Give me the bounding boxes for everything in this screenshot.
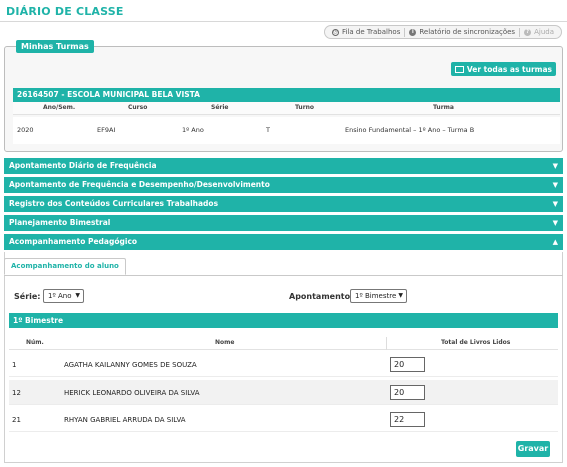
page-title: DIÁRIO DE CLASSE bbox=[6, 5, 124, 18]
top-toolbar: ◷ Fila de Trabalhos i Relatório de sincr… bbox=[323, 25, 562, 39]
apontamento-select-value: 1º Bimestre bbox=[355, 292, 397, 300]
accordion-label: Apontamento de Frequência e Desempenho/D… bbox=[9, 180, 270, 189]
livros-table-header: Núm. Nome Total de Livros Lidos bbox=[9, 337, 558, 350]
ajuda-button[interactable]: ? Ajuda bbox=[521, 28, 557, 36]
fila-button[interactable]: ◷ Fila de Trabalhos bbox=[329, 28, 403, 36]
col-turno: Turno bbox=[295, 104, 315, 111]
ver-todas-turmas-button[interactable]: Ver todas as turmas bbox=[450, 62, 556, 76]
student-name: AGATHA KAILANNY GOMES DE SOUZA bbox=[64, 361, 197, 369]
table-row: 1 AGATHA KAILANNY GOMES DE SOUZA 20 bbox=[9, 352, 558, 377]
relatorio-button[interactable]: i Relatório de sincronizações bbox=[406, 28, 518, 36]
accordion-label: Apontamento Diário de Frequência bbox=[9, 161, 157, 170]
accordion-frequencia-diaria[interactable]: Apontamento Diário de Frequência ▼ bbox=[4, 158, 563, 174]
student-num: 12 bbox=[12, 389, 21, 397]
turmas-table-header: Ano/Sem. Curso Série Turno Turma bbox=[13, 102, 560, 115]
table-icon bbox=[454, 65, 464, 73]
col-turma: Turma bbox=[433, 104, 454, 111]
total-livros-input[interactable]: 20 bbox=[390, 357, 425, 372]
ver-todas-label: Ver todas as turmas bbox=[466, 64, 552, 74]
col-total-livros: Total de Livros Lidos bbox=[441, 339, 511, 346]
help-icon: ? bbox=[524, 28, 532, 36]
apontamento-label: Apontamento: bbox=[289, 292, 354, 301]
chevron-down-icon: ▼ bbox=[552, 219, 558, 227]
student-name: RHYAN GABRIEL ARRUDA DA SILVA bbox=[64, 416, 186, 424]
total-livros-input[interactable]: 22 bbox=[390, 412, 425, 427]
table-row: 21 RHYAN GABRIEL ARRUDA DA SILVA 22 bbox=[9, 407, 558, 432]
student-num: 21 bbox=[12, 416, 21, 424]
chevron-down-icon: ▼ bbox=[552, 200, 558, 208]
accordion-acompanhamento-pedagogico[interactable]: Acompanhamento Pedagógico ▲ bbox=[4, 234, 563, 250]
col-num: Núm. bbox=[26, 339, 44, 346]
turma-ano: 2020 bbox=[17, 126, 34, 134]
minhas-turmas-panel: Minhas Turmas Ver todas as turmas 261645… bbox=[4, 40, 563, 152]
chevron-down-icon: ▼ bbox=[398, 292, 403, 299]
bimestre-header: 1º Bimestre bbox=[9, 313, 558, 328]
chevron-down-icon: ▼ bbox=[75, 292, 80, 299]
chevron-down-icon: ▼ bbox=[552, 181, 558, 189]
turma-serie: 1º Ano bbox=[182, 126, 204, 134]
apontamento-select[interactable]: 1º Bimestre ▼ bbox=[350, 289, 407, 303]
tab-acompanhamento-aluno[interactable]: Acompanhamento do aluno bbox=[4, 258, 126, 275]
chevron-down-icon: ▼ bbox=[552, 162, 558, 170]
table-row: 12 HERICK LEONARDO OLIVEIRA DA SILVA 20 bbox=[9, 380, 558, 405]
turma-turno: T bbox=[266, 126, 270, 134]
turma-row[interactable]: 2020 EF9AI 1º Ano T Ensino Fundamental –… bbox=[13, 117, 560, 144]
col-ano-sem: Ano/Sem. bbox=[43, 104, 76, 111]
toolbar-divider bbox=[404, 27, 406, 37]
student-num: 1 bbox=[12, 361, 17, 369]
info-icon: i bbox=[409, 28, 417, 36]
accordion-frequencia-desempenho[interactable]: Apontamento de Frequência e Desempenho/D… bbox=[4, 177, 563, 193]
accordion-label: Acompanhamento Pedagógico bbox=[9, 237, 138, 246]
minhas-turmas-legend: Minhas Turmas bbox=[16, 40, 94, 53]
clock-icon: ◷ bbox=[331, 28, 339, 36]
serie-label: Série: bbox=[14, 292, 41, 301]
col-curso: Curso bbox=[128, 104, 148, 111]
turma-curso: EF9AI bbox=[97, 126, 116, 134]
total-livros-input[interactable]: 20 bbox=[390, 385, 425, 400]
col-serie: Série bbox=[211, 104, 229, 111]
accordion-label: Registro dos Conteúdos Curriculares Trab… bbox=[9, 199, 219, 208]
accordion-conteudos-curriculares[interactable]: Registro dos Conteúdos Curriculares Trab… bbox=[4, 196, 563, 212]
accordion-planejamento-bimestral[interactable]: Planejamento Bimestral ▼ bbox=[4, 215, 563, 231]
serie-select-value: 1º Ano bbox=[48, 292, 72, 300]
title-divider bbox=[0, 21, 567, 22]
ajuda-label: Ajuda bbox=[534, 28, 554, 36]
gravar-button[interactable]: Gravar bbox=[516, 441, 550, 457]
chevron-up-icon: ▲ bbox=[552, 238, 558, 246]
turma-nome: Ensino Fundamental – 1º Ano – Turma B bbox=[345, 126, 475, 134]
accordion-label: Planejamento Bimestral bbox=[9, 218, 111, 227]
tab-divider bbox=[4, 275, 563, 276]
student-name: HERICK LEONARDO OLIVEIRA DA SILVA bbox=[64, 389, 200, 397]
toolbar-divider bbox=[519, 27, 521, 37]
column-divider bbox=[386, 337, 387, 350]
school-header: 26164507 - ESCOLA MUNICIPAL BELA VISTA bbox=[13, 88, 560, 102]
serie-select[interactable]: 1º Ano ▼ bbox=[43, 289, 84, 303]
fila-label: Fila de Trabalhos bbox=[341, 28, 401, 36]
col-nome: Nome bbox=[215, 339, 235, 346]
relatorio-label: Relatório de sincronizações bbox=[419, 28, 516, 36]
